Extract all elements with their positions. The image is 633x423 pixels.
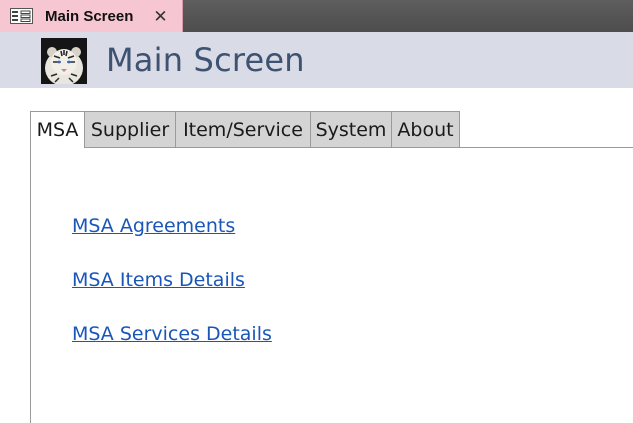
- document-tab-bar: Main Screen ✕: [0, 0, 633, 32]
- page-title: Main Screen: [106, 41, 305, 79]
- close-icon[interactable]: ✕: [153, 8, 167, 25]
- tab-baseline: [84, 147, 633, 148]
- tab-supplier[interactable]: Supplier: [84, 111, 176, 147]
- tiger-logo: [41, 38, 87, 84]
- msa-items-details-link[interactable]: MSA Items Details: [72, 269, 245, 291]
- form-header: Main Screen: [0, 32, 633, 88]
- msa-agreements-link[interactable]: MSA Agreements: [72, 215, 235, 237]
- document-tab-title: Main Screen: [45, 7, 134, 25]
- tab-msa[interactable]: MSA: [30, 111, 85, 148]
- tab-system[interactable]: System: [310, 111, 392, 147]
- tab-item-service[interactable]: Item/Service: [175, 111, 311, 147]
- tab-about[interactable]: About: [391, 111, 460, 147]
- tab-panel-border: [30, 147, 31, 423]
- form-icon: [10, 8, 33, 24]
- document-tab-main-screen[interactable]: Main Screen ✕: [0, 0, 183, 32]
- msa-services-details-link[interactable]: MSA Services Details: [72, 323, 272, 345]
